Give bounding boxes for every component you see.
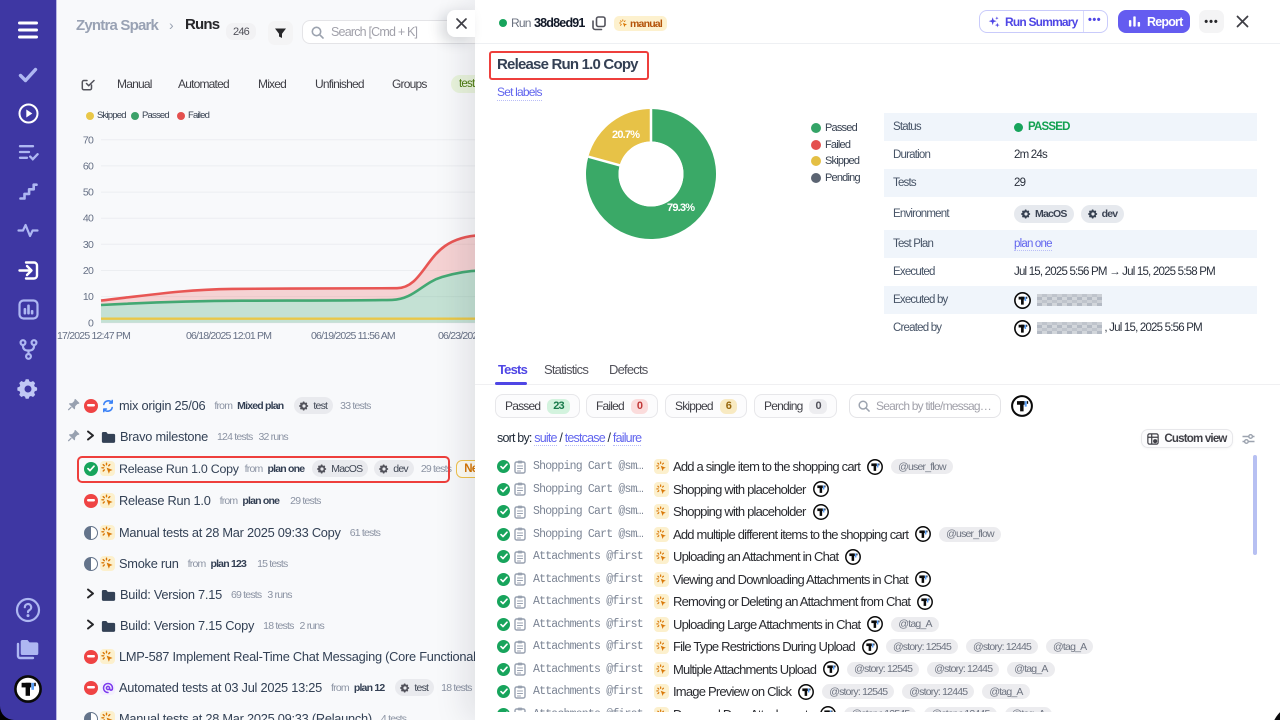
svg-text:30: 30 <box>83 239 94 251</box>
svg-text:10: 10 <box>83 291 94 303</box>
svg-text:79.3%: 79.3% <box>667 202 695 214</box>
svg-text:20.7%: 20.7% <box>612 129 640 141</box>
svg-text:0: 0 <box>88 317 94 329</box>
svg-text:20: 20 <box>83 265 94 277</box>
svg-text:60: 60 <box>83 161 94 173</box>
svg-text:70: 70 <box>83 134 94 146</box>
svg-text:40: 40 <box>83 213 94 225</box>
svg-text:50: 50 <box>83 187 94 199</box>
